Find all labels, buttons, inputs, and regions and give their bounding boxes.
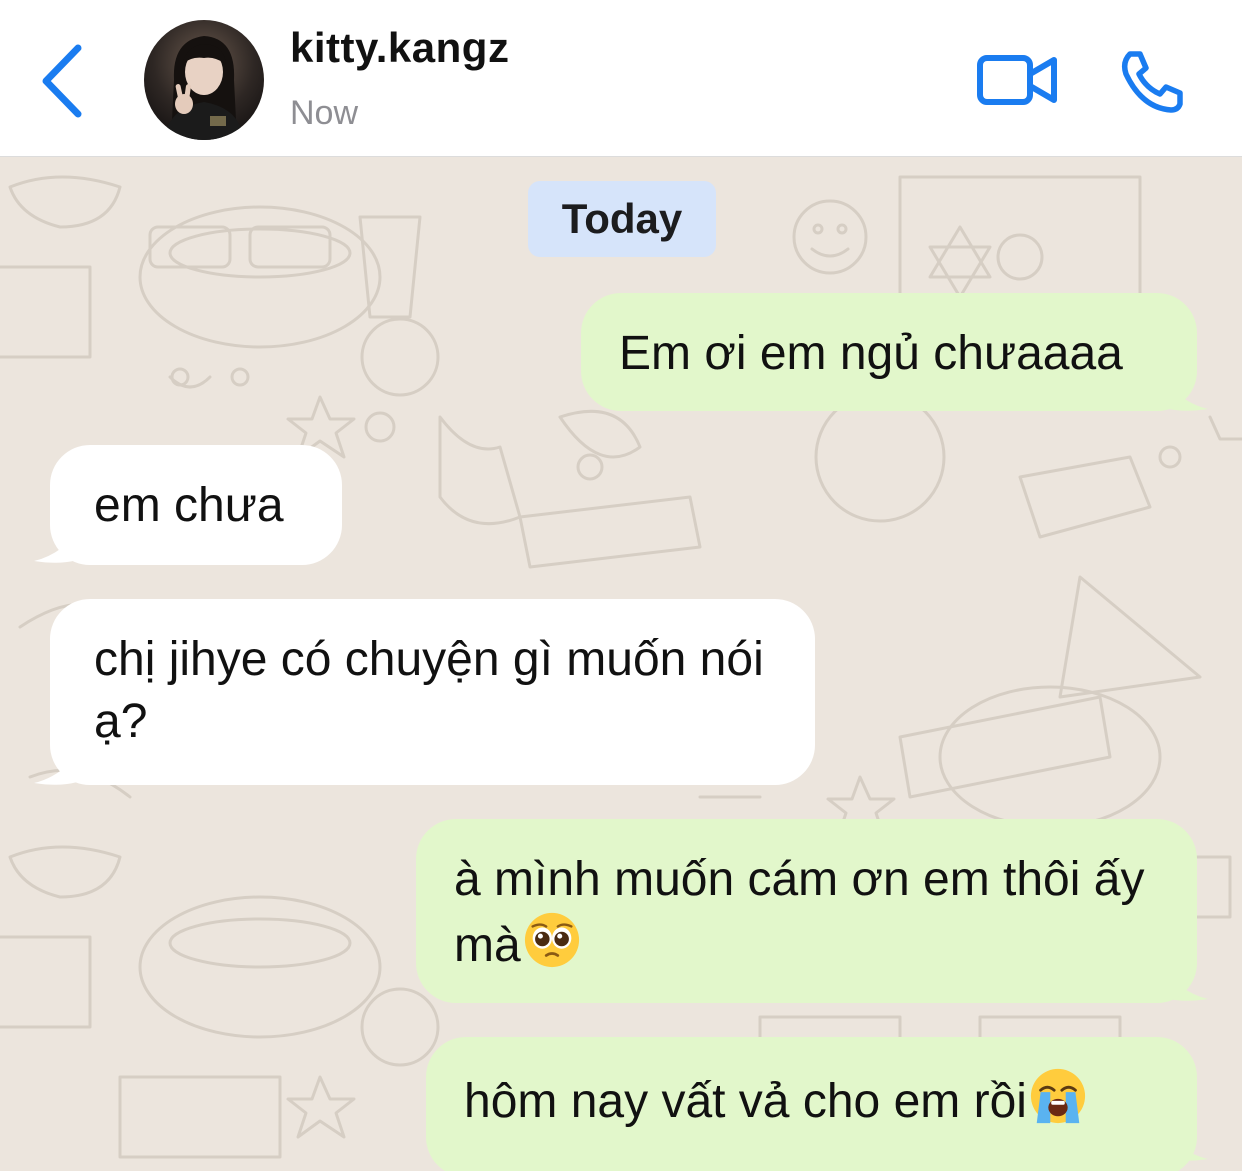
chat-area[interactable]: Today Em ơi em ngủ chưaaaa em chưa chị j…: [0, 157, 1242, 1171]
message-text: chị jihye có chuyện gì muốn nói ạ?: [94, 633, 778, 748]
message-text: Em ơi em ngủ chưaaaa: [619, 327, 1123, 380]
outgoing-message[interactable]: à mình muốn cám ơn em thôi ấy mà: [416, 819, 1197, 1003]
back-button[interactable]: [30, 36, 100, 126]
incoming-message[interactable]: chị jihye có chuyện gì muốn nói ạ?: [50, 599, 815, 785]
chevron-left-icon: [42, 44, 82, 118]
contact-name[interactable]: kitty.kangz: [290, 24, 509, 72]
message-text: hôm nay vất vả cho em rồi: [464, 1067, 1167, 1133]
contact-status: Now: [290, 94, 359, 132]
loudly-crying-face-emoji: [1030, 1068, 1085, 1124]
incoming-message[interactable]: em chưa: [50, 445, 342, 565]
message-text: à mình muốn cám ơn em thôi ấy mà: [454, 853, 1158, 972]
avatar[interactable]: [144, 20, 264, 140]
video-camera-icon: [977, 55, 1057, 105]
date-separator: Today: [528, 181, 716, 257]
outgoing-message[interactable]: Em ơi em ngủ chưaaaa: [581, 293, 1197, 411]
message-text: em chưa: [94, 479, 284, 532]
video-call-button[interactable]: [972, 48, 1062, 112]
voice-call-button[interactable]: [1116, 48, 1188, 114]
outgoing-message[interactable]: hôm nay vất vả cho em rồi: [426, 1037, 1197, 1171]
pleading-face-emoji: [524, 912, 579, 968]
chat-header: kitty.kangz Now: [0, 0, 1242, 157]
phone-icon: [1121, 51, 1183, 113]
